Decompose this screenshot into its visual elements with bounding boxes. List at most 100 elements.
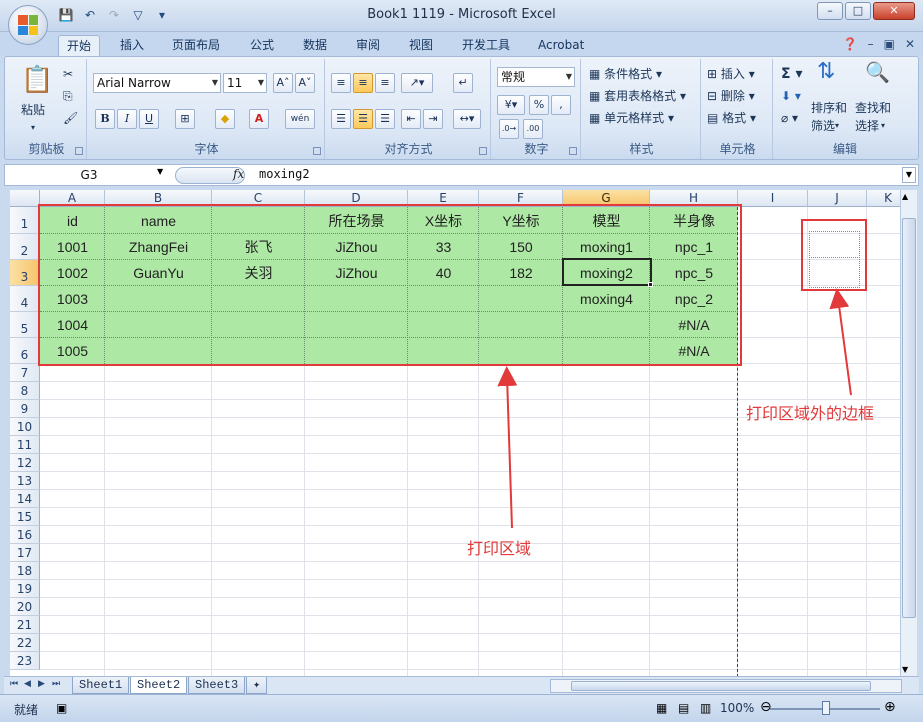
align-top-icon[interactable]: ≡	[331, 73, 351, 93]
zoom-out-icon[interactable]: ⊖	[760, 699, 772, 715]
ribbon-restore-icon[interactable]: ▣	[884, 37, 895, 51]
tab-formulas[interactable]: 公式	[250, 35, 274, 56]
next-sheet-icon[interactable]: ▶	[38, 679, 45, 689]
page-break-view-icon[interactable]: ▥	[700, 701, 711, 715]
sort-filter-icon[interactable]: ⇅	[817, 61, 835, 83]
fill-icon[interactable]: ⬇ ▾	[781, 87, 801, 105]
shrink-font-icon[interactable]: A˅	[295, 73, 315, 93]
zoom-in-icon[interactable]: ⊕	[884, 699, 896, 715]
underline-icon[interactable]: U	[139, 109, 159, 129]
paste-dropdown-icon[interactable]: ▾	[31, 119, 35, 137]
tab-page-layout[interactable]: 页面布局	[172, 35, 220, 56]
sheet-tab-1[interactable]: Sheet1	[72, 677, 130, 694]
expand-formula-bar-icon[interactable]: ▼	[902, 167, 916, 183]
maximize-icon[interactable]: □	[845, 2, 871, 20]
normal-view-icon[interactable]: ▦	[656, 701, 667, 715]
sort-filter-label-1[interactable]: 排序和	[811, 99, 847, 117]
cut-icon[interactable]: ✂	[63, 65, 73, 83]
percent-icon[interactable]: %	[529, 95, 549, 115]
font-launcher-icon[interactable]	[313, 147, 321, 155]
sheet-tab-2[interactable]: Sheet2	[130, 677, 188, 694]
find-select-icon[interactable]: 🔍	[865, 62, 890, 82]
decrease-indent-icon[interactable]: ⇤	[401, 109, 421, 129]
scroll-up-icon[interactable]: ▲	[902, 192, 908, 201]
tab-home[interactable]: 开始	[58, 35, 101, 56]
name-box-dropdown-icon[interactable]: ▼	[157, 167, 163, 176]
last-sheet-icon[interactable]: ⏭	[52, 679, 60, 689]
alignment-launcher-icon[interactable]	[479, 147, 487, 155]
font-size-combo[interactable]: 11 ▼	[223, 73, 267, 93]
format-cells-button[interactable]: ▤ 格式 ▾	[707, 109, 756, 127]
zoom-level[interactable]: 100%	[720, 701, 754, 715]
increase-decimal-icon[interactable]: .0→	[499, 119, 519, 139]
insert-function-icon[interactable]: fx	[233, 167, 244, 181]
sheet-tab-3[interactable]: Sheet3	[188, 677, 246, 694]
font-color-icon[interactable]: A	[249, 109, 269, 129]
sort-filter-label-2[interactable]: 筛选	[811, 117, 835, 135]
wrap-text-icon[interactable]: ↵	[453, 73, 473, 93]
grow-font-icon[interactable]: A˄	[273, 73, 293, 93]
align-left-icon[interactable]: ☰	[331, 109, 351, 129]
align-middle-icon[interactable]: ≡	[353, 73, 373, 93]
vertical-scrollbar[interactable]: ▲ ▼	[900, 190, 917, 676]
vertical-scroll-thumb[interactable]	[902, 218, 916, 618]
align-right-icon[interactable]: ☰	[375, 109, 395, 129]
bold-icon[interactable]: B	[95, 109, 115, 129]
tab-insert[interactable]: 插入	[120, 35, 144, 56]
paste-icon[interactable]: 📋	[21, 65, 53, 95]
tab-developer[interactable]: 开发工具	[462, 35, 510, 56]
tab-view[interactable]: 视图	[409, 35, 433, 56]
fill-color-icon[interactable]: ◆	[215, 109, 235, 129]
scroll-down-icon[interactable]: ▼	[902, 665, 908, 674]
find-select-label-1[interactable]: 查找和	[855, 99, 891, 117]
cell-styles-button[interactable]: ▦ 单元格样式 ▾	[589, 109, 674, 127]
tab-acrobat[interactable]: Acrobat	[538, 35, 584, 56]
formula-content[interactable]: moxing2	[259, 167, 310, 181]
copy-icon[interactable]: ⎘	[63, 87, 73, 105]
comma-icon[interactable]: ,	[551, 95, 571, 115]
font-name-combo[interactable]: Arial Narrow ▼	[93, 73, 221, 93]
horizontal-scrollbar[interactable]	[550, 679, 902, 693]
conditional-format-button[interactable]: ▦ 条件格式 ▾	[589, 65, 662, 83]
office-button[interactable]	[8, 5, 48, 45]
clipboard-launcher-icon[interactable]	[75, 147, 83, 155]
first-sheet-icon[interactable]: ⏮	[10, 679, 18, 689]
name-box[interactable]: G3	[9, 166, 169, 184]
phonetic-icon[interactable]: wén	[285, 109, 315, 129]
close-icon[interactable]: ✕	[873, 2, 915, 20]
ribbon-close-icon[interactable]: ✕	[905, 37, 915, 51]
insert-cells-button[interactable]: ⊞ 插入 ▾	[707, 65, 755, 83]
decrease-decimal-icon[interactable]: .00	[523, 119, 543, 139]
currency-icon[interactable]: ¥▾	[497, 95, 525, 115]
find-select-label-2[interactable]: 选择	[855, 117, 879, 135]
prev-sheet-icon[interactable]: ◀	[24, 679, 31, 689]
align-center-icon[interactable]: ☰	[353, 109, 373, 129]
paste-button[interactable]: 粘贴	[21, 101, 45, 119]
page-layout-view-icon[interactable]: ▤	[678, 701, 689, 715]
sort-filter-dropdown-icon[interactable]: ▾	[835, 117, 839, 135]
delete-cells-button[interactable]: ⊟ 删除 ▾	[707, 87, 755, 105]
format-painter-icon[interactable]: 🖌	[63, 109, 78, 127]
merge-center-icon[interactable]: ↔▾	[453, 109, 481, 129]
horizontal-scroll-thumb[interactable]	[571, 681, 871, 691]
orientation-icon[interactable]: ↗▾	[401, 73, 433, 93]
worksheet-grid[interactable]: ABCDEFGHIJK 1 2 3 4 5 6 7 8 9 10 11 12 13 14 15 16 17 18 1…	[10, 190, 900, 676]
insert-sheet-icon[interactable]: ✦	[246, 677, 268, 694]
tab-data[interactable]: 数据	[303, 35, 327, 56]
borders-icon[interactable]: ⊞	[175, 109, 195, 129]
increase-indent-icon[interactable]: ⇥	[423, 109, 443, 129]
tab-review[interactable]: 审阅	[356, 35, 380, 56]
zoom-slider-knob[interactable]	[822, 701, 830, 715]
clear-icon[interactable]: ⌀ ▾	[781, 109, 798, 127]
minimize-icon[interactable]: –	[817, 2, 843, 20]
number-format-combo[interactable]: 常规 ▼	[497, 67, 575, 87]
find-select-dropdown-icon[interactable]: ▾	[881, 117, 885, 135]
number-launcher-icon[interactable]	[569, 147, 577, 155]
ribbon-minimize-icon[interactable]: –	[868, 37, 874, 51]
align-bottom-icon[interactable]: ≡	[375, 73, 395, 93]
italic-icon[interactable]: I	[117, 109, 137, 129]
help-icon[interactable]: ❓	[843, 37, 858, 51]
autosum-icon[interactable]: Σ ▾	[781, 65, 802, 83]
format-as-table-button[interactable]: ▦ 套用表格格式 ▾	[589, 87, 686, 105]
macro-record-icon[interactable]: ▣	[56, 701, 67, 715]
